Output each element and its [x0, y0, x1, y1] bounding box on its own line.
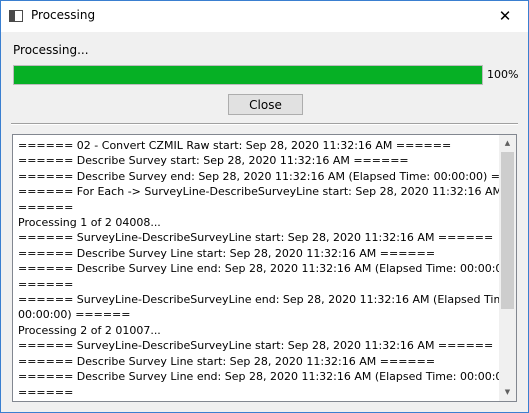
window-title: Processing [31, 8, 96, 22]
log-line: ====== Describe Survey Line end: Sep 28,… [18, 370, 514, 384]
log-line: ====== SurveyLine-DescribeSurveyLine end… [18, 293, 515, 307]
window-app-icon [9, 10, 23, 22]
progress-fill [14, 66, 482, 84]
log-line: ====== [18, 277, 74, 291]
processing-dialog: Processing ✕ Processing... 100% Close ==… [0, 0, 529, 413]
log-line: ====== Describe Survey Line end: Sep 28,… [18, 262, 514, 276]
log-line: 00:00:00) ====== [18, 308, 131, 322]
log-line: ====== Describe Survey Line start: Sep 2… [18, 246, 436, 260]
scroll-down-arrow-icon[interactable]: ▼ [499, 384, 516, 401]
status-label: Processing... [13, 43, 89, 57]
log-scrollbar[interactable]: ▲ ▼ [499, 135, 516, 401]
log-line: Processing 2 of 2 01007... [18, 323, 161, 337]
log-line: ====== SurveyLine-DescribeSurveyLine end… [18, 400, 515, 402]
close-button[interactable]: Close [228, 94, 303, 115]
scroll-up-arrow-icon[interactable]: ▲ [499, 135, 516, 152]
progress-bar [13, 65, 483, 85]
log-line: Processing 1 of 2 04008... [18, 216, 161, 230]
log-line: ====== Describe Survey end: Sep 28, 2020… [18, 169, 517, 183]
progress-percent-text: 100% [487, 68, 519, 81]
title-bar[interactable]: Processing ✕ [1, 1, 528, 32]
scroll-thumb[interactable] [501, 152, 514, 309]
log-line: ====== [18, 200, 74, 214]
log-content: ====== 02 - Convert CZMIL Raw start: Sep… [18, 138, 517, 402]
log-line: ====== For Each -> SurveyLine-DescribeSu… [18, 185, 503, 199]
window-close-icon[interactable]: ✕ [482, 1, 528, 32]
log-line: ====== Describe Survey start: Sep 28, 20… [18, 154, 409, 168]
log-line: ====== Describe Survey Line start: Sep 2… [18, 354, 436, 368]
log-line: ====== 02 - Convert CZMIL Raw start: Sep… [18, 139, 452, 152]
separator [11, 123, 518, 125]
log-line: ====== [18, 385, 74, 399]
log-line: ====== SurveyLine-DescribeSurveyLine sta… [18, 339, 494, 353]
log-textbox[interactable]: ====== 02 - Convert CZMIL Raw start: Sep… [12, 134, 517, 402]
log-line: ====== SurveyLine-DescribeSurveyLine sta… [18, 231, 494, 245]
